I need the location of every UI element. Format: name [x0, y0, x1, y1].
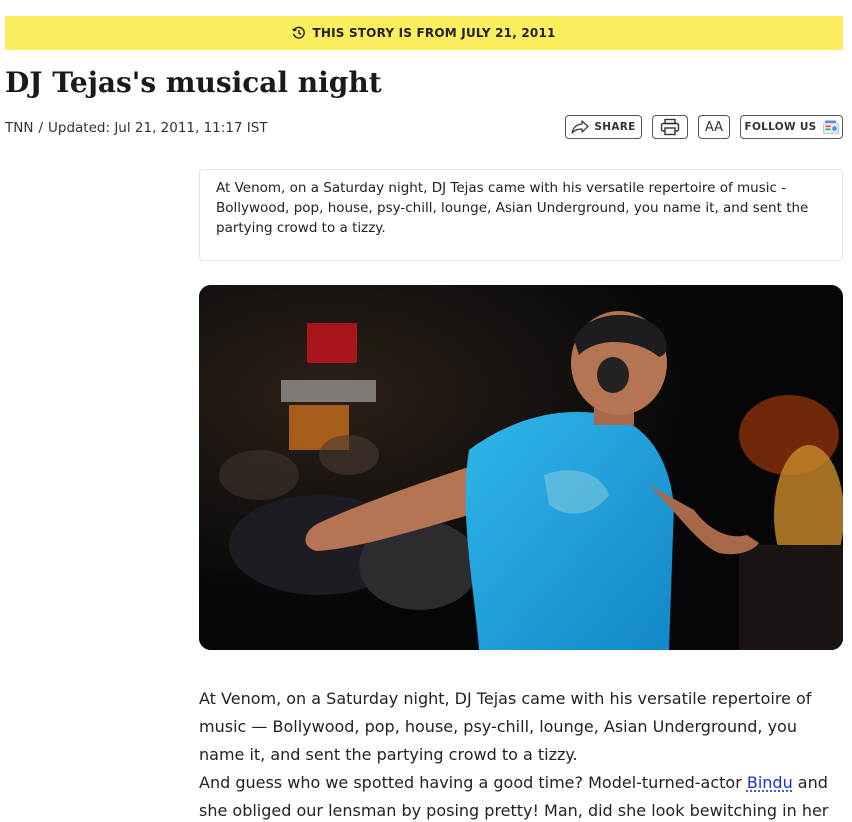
follow-us-label: FOLLOW US	[744, 121, 816, 133]
summary-text: At Venom, on a Saturday night, DJ Tejas …	[216, 180, 808, 236]
article-photo[interactable]	[199, 285, 843, 650]
article-updated-date: Updated: Jul 21, 2011, 11:17 IST	[48, 120, 268, 136]
follow-us-button[interactable]: FOLLOW US	[740, 115, 843, 139]
share-arrow-icon	[571, 120, 594, 134]
article-summary: At Venom, on a Saturday night, DJ Tejas …	[199, 169, 843, 261]
banner-text: THIS STORY IS FROM JULY 21, 2011	[312, 26, 555, 40]
paragraph-text: And guess who we spotted having a good t…	[199, 773, 747, 792]
article-title: DJ Tejas's musical night	[5, 64, 845, 102]
print-button[interactable]	[652, 115, 688, 139]
share-button[interactable]: SHARE	[565, 115, 642, 139]
article-paragraph: At Venom, on a Saturday night, DJ Tejas …	[199, 685, 843, 769]
dj-tejas-photo	[199, 285, 843, 650]
font-size-button[interactable]: AA	[698, 115, 730, 139]
bindu-link[interactable]: Bindu	[747, 773, 793, 792]
google-news-icon	[823, 120, 839, 134]
article-paragraph: And guess who we spotted having a good t…	[199, 769, 843, 822]
article-source: TNN	[5, 120, 33, 136]
history-clock-icon	[292, 26, 306, 40]
article-byline: TNN / Updated: Jul 21, 2011, 11:17 IST	[5, 118, 268, 138]
share-label: SHARE	[594, 121, 635, 133]
byline-separator: /	[38, 120, 43, 136]
article-body: At Venom, on a Saturday night, DJ Tejas …	[199, 685, 843, 822]
article-actions-toolbar: SHARE AA FOLLOW US	[565, 115, 843, 139]
archive-story-banner: THIS STORY IS FROM JULY 21, 2011	[5, 16, 843, 50]
printer-icon	[660, 118, 680, 136]
